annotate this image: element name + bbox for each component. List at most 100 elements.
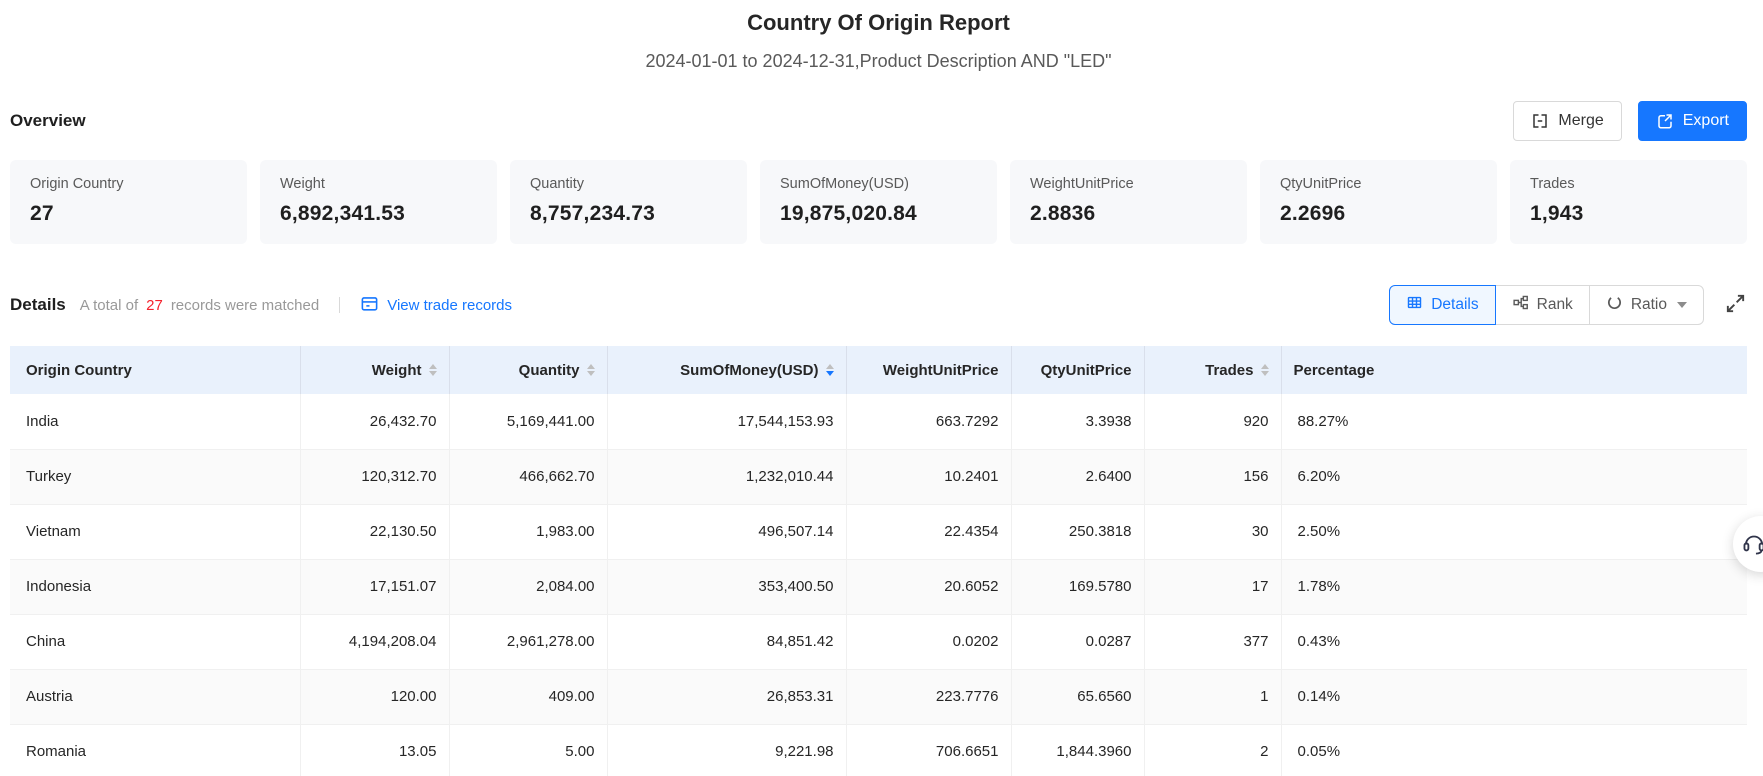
match-count: 27 xyxy=(146,297,163,314)
overview-cards: Origin Country 27 Weight 6,892,341.53 Qu… xyxy=(10,160,1747,244)
table-header: Origin Country Weight Quantity xyxy=(10,346,1747,394)
overview-actions: Merge Export xyxy=(1513,101,1747,141)
match-suffix: records were matched xyxy=(171,297,319,314)
cell-sum-of-money: 9,221.98 xyxy=(607,724,846,776)
cell-weight-unit-price: 20.6052 xyxy=(846,559,1011,614)
cell-country: Austria xyxy=(10,669,300,724)
tab-details[interactable]: Details xyxy=(1389,285,1495,325)
card-weight-unit-price: WeightUnitPrice 2.8836 xyxy=(1010,160,1247,244)
details-bar-right: Details Rank xyxy=(1389,285,1747,325)
details-bar-left: Details A total of 27 records were match… xyxy=(10,294,512,317)
column-header-origin-country: Origin Country xyxy=(10,346,300,394)
table-row: China 4,194,208.04 2,961,278.00 84,851.4… xyxy=(10,614,1747,669)
view-trade-records-link[interactable]: View trade records xyxy=(360,294,512,317)
column-header-percentage: Percentage xyxy=(1281,346,1747,394)
column-header-quantity[interactable]: Quantity xyxy=(449,346,607,394)
headset-icon xyxy=(1741,530,1763,559)
tab-details-label: Details xyxy=(1431,296,1478,314)
cell-percentage: 6.20% xyxy=(1281,449,1747,504)
cell-country: India xyxy=(10,394,300,449)
cell-qty-unit-price: 169.5780 xyxy=(1011,559,1144,614)
fullscreen-button[interactable] xyxy=(1724,292,1747,318)
cell-weight: 17,151.07 xyxy=(300,559,449,614)
cell-country: Indonesia xyxy=(10,559,300,614)
card-label: Quantity xyxy=(530,176,727,192)
tab-ratio-label: Ratio xyxy=(1631,296,1667,314)
cell-weight: 4,194,208.04 xyxy=(300,614,449,669)
page-subtitle: 2024-01-01 to 2024-12-31,Product Descrip… xyxy=(10,51,1747,72)
card-value: 6,892,341.53 xyxy=(280,202,477,226)
column-header-trades[interactable]: Trades xyxy=(1144,346,1281,394)
cell-sum-of-money: 17,544,153.93 xyxy=(607,394,846,449)
cell-percentage: 0.05% xyxy=(1281,724,1747,776)
column-label: Quantity xyxy=(519,362,580,379)
column-label: Percentage xyxy=(1294,362,1375,379)
cell-weight: 13.05 xyxy=(300,724,449,776)
caret-down-icon xyxy=(1677,302,1687,308)
cell-trades: 377 xyxy=(1144,614,1281,669)
card-weight: Weight 6,892,341.53 xyxy=(260,160,497,244)
export-button[interactable]: Export xyxy=(1638,101,1747,141)
column-label: WeightUnitPrice xyxy=(883,362,999,379)
column-label: Trades xyxy=(1205,362,1253,379)
cell-country: Turkey xyxy=(10,449,300,504)
card-qty-unit-price: QtyUnitPrice 2.2696 xyxy=(1260,160,1497,244)
cell-percentage: 0.43% xyxy=(1281,614,1747,669)
card-value: 8,757,234.73 xyxy=(530,202,727,226)
country-of-origin-report-page: Country Of Origin Report 2024-01-01 to 2… xyxy=(0,0,1763,776)
cell-qty-unit-price: 1,844.3960 xyxy=(1011,724,1144,776)
column-label: SumOfMoney(USD) xyxy=(680,362,818,379)
table-row: India 26,432.70 5,169,441.00 17,544,153.… xyxy=(10,394,1747,449)
column-header-qty-unit-price: QtyUnitPrice xyxy=(1011,346,1144,394)
cell-sum-of-money: 353,400.50 xyxy=(607,559,846,614)
cell-trades: 17 xyxy=(1144,559,1281,614)
overview-heading: Overview xyxy=(10,111,86,131)
cell-weight-unit-price: 223.7776 xyxy=(846,669,1011,724)
cell-weight: 22,130.50 xyxy=(300,504,449,559)
sort-carets-icon xyxy=(587,364,595,376)
cell-country: Romania xyxy=(10,724,300,776)
cell-percentage: 0.14% xyxy=(1281,669,1747,724)
cell-quantity: 2,084.00 xyxy=(449,559,607,614)
vertical-divider xyxy=(339,297,340,313)
details-bar: Details A total of 27 records were match… xyxy=(10,284,1747,326)
cell-trades: 2 xyxy=(1144,724,1281,776)
export-button-label: Export xyxy=(1683,112,1729,130)
card-label: WeightUnitPrice xyxy=(1030,176,1227,192)
tab-ratio[interactable]: Ratio xyxy=(1589,285,1704,325)
column-label: Weight xyxy=(372,362,422,379)
column-header-sum-of-money[interactable]: SumOfMoney(USD) xyxy=(607,346,846,394)
cell-trades: 156 xyxy=(1144,449,1281,504)
card-value: 19,875,020.84 xyxy=(780,202,977,226)
card-quantity: Quantity 8,757,234.73 xyxy=(510,160,747,244)
table-row: Romania 13.05 5.00 9,221.98 706.6651 1,8… xyxy=(10,724,1747,776)
table-row: Turkey 120,312.70 466,662.70 1,232,010.4… xyxy=(10,449,1747,504)
card-trades: Trades 1,943 xyxy=(1510,160,1747,244)
partition-icon xyxy=(1512,294,1529,316)
records-matched-text: A total of 27 records were matched xyxy=(80,297,319,314)
card-label: Weight xyxy=(280,176,477,192)
merge-button[interactable]: Merge xyxy=(1513,101,1621,141)
card-value: 27 xyxy=(30,202,227,226)
table-row: Austria 120.00 409.00 26,853.31 223.7776… xyxy=(10,669,1747,724)
cell-qty-unit-price: 250.3818 xyxy=(1011,504,1144,559)
cell-sum-of-money: 1,232,010.44 xyxy=(607,449,846,504)
details-heading: Details xyxy=(10,295,66,315)
cell-trades: 1 xyxy=(1144,669,1281,724)
table-row: Vietnam 22,130.50 1,983.00 496,507.14 22… xyxy=(10,504,1747,559)
column-label: Origin Country xyxy=(26,362,132,379)
cell-quantity: 466,662.70 xyxy=(449,449,607,504)
cell-weight: 120.00 xyxy=(300,669,449,724)
tab-rank[interactable]: Rank xyxy=(1495,285,1590,325)
cell-qty-unit-price: 3.3938 xyxy=(1011,394,1144,449)
table-body: India 26,432.70 5,169,441.00 17,544,153.… xyxy=(10,394,1747,776)
card-label: Origin Country xyxy=(30,176,227,192)
cell-quantity: 1,983.00 xyxy=(449,504,607,559)
column-header-weight[interactable]: Weight xyxy=(300,346,449,394)
column-label: QtyUnitPrice xyxy=(1041,362,1132,379)
match-prefix: A total of xyxy=(80,297,138,314)
cell-weight: 120,312.70 xyxy=(300,449,449,504)
table-grid-icon xyxy=(1406,294,1423,316)
cell-quantity: 5.00 xyxy=(449,724,607,776)
card-origin-country: Origin Country 27 xyxy=(10,160,247,244)
